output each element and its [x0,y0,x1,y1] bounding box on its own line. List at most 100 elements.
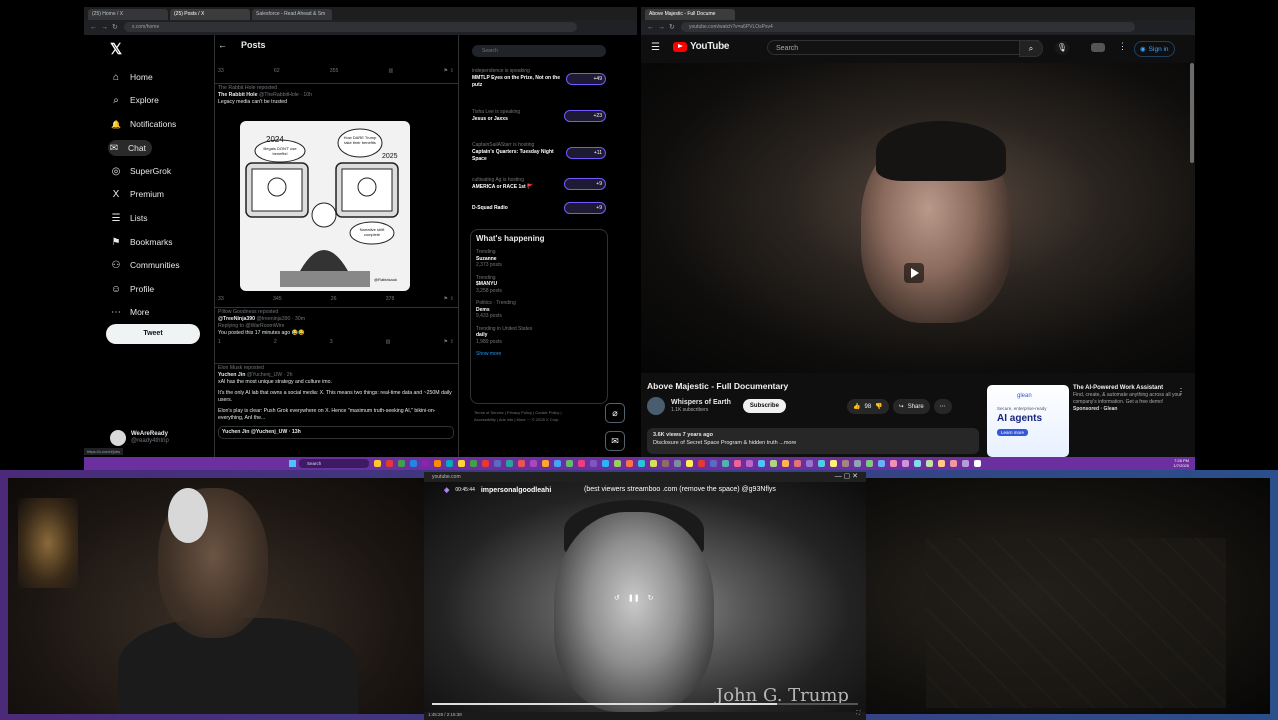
bookmark-icon[interactable]: ⚑ ⇪ [444,339,454,346]
app-icon[interactable] [530,460,537,467]
repost-count[interactable]: 2 [274,339,277,346]
app-icon[interactable] [602,460,609,467]
like-button[interactable]: 👍 98 👎 [847,399,889,414]
bookmark-icon[interactable]: ⚑ ⇪ [444,296,454,303]
ad-thumbnail[interactable]: glean Secure, enterprise-ready AI agents… [987,385,1069,457]
trend-item[interactable]: Politics · Trending Dems 9,433 posts [476,300,602,320]
tweet-author[interactable]: Yuchen Jin [218,372,245,378]
app-icon[interactable] [854,460,861,467]
taskbar-search[interactable]: Search [299,459,369,468]
app-icon[interactable] [818,460,825,467]
quoted-tweet[interactable]: Yuchen Jin @Yuchenj_UW · 13h [218,426,454,439]
app-icon[interactable] [410,460,417,467]
pause-icon[interactable]: ❚❚ [628,594,640,602]
app-icon[interactable] [554,460,561,467]
app-icon[interactable] [566,460,573,467]
browser-tab-active[interactable]: (25) Posts / X [170,9,250,20]
view-count[interactable]: 378 [386,296,395,303]
subscribe-button[interactable]: Subscribe [742,399,786,413]
app-icon[interactable] [458,460,465,467]
app-icon[interactable] [782,460,789,467]
trend-item[interactable]: Trending Suzanne 2,373 posts [476,249,602,269]
app-icon[interactable] [830,460,837,467]
rewind-icon[interactable]: ↺ [614,594,620,602]
app-icon[interactable] [518,460,525,467]
search-input[interactable]: Search [767,40,1039,55]
nav-notifications[interactable]: 🔔 Notifications [110,118,176,130]
more-options-icon[interactable]: ⋮ [1177,387,1185,396]
app-icon[interactable] [950,460,957,467]
browser-nav-buttons[interactable]: ←→↻ [647,23,679,31]
reply-count[interactable]: 33 [218,68,224,75]
search-input[interactable]: Search [472,45,606,57]
nav-lists[interactable]: ☰ Lists [110,212,148,224]
video-player[interactable] [641,63,1195,373]
search-icon[interactable]: ⌕ [1019,40,1043,57]
forward-icon[interactable]: ↻ [648,594,654,602]
nav-premium[interactable]: X Premium [110,188,164,200]
space-item[interactable]: Tisha Lee is speaking Jesus or Jaxxs +23 [472,97,606,134]
app-icon[interactable] [734,460,741,467]
fullscreen-icon[interactable]: ⛶ [856,710,860,716]
app-icon[interactable] [590,460,597,467]
app-icon[interactable] [482,460,489,467]
channel-avatar[interactable] [647,397,665,415]
tweet-author[interactable]: The Rabbit Hole [218,92,257,98]
space-item[interactable]: cultivating Ag is hosting AMERICA or RACE… [472,171,606,197]
nav-supergrok[interactable]: ◎ SuperGrok [110,165,171,177]
trend-item[interactable]: Trending in United States daily 1,989 post… [476,326,602,346]
app-icon[interactable] [758,460,765,467]
nav-chat[interactable]: ✉ Chat [108,140,152,156]
ad-cta-button[interactable]: Learn more [997,429,1029,436]
app-icon[interactable] [902,460,909,467]
app-icon[interactable] [494,460,501,467]
app-icon[interactable] [614,460,621,467]
browser-nav-buttons[interactable]: ←→↻ [90,23,122,31]
app-icon[interactable] [686,460,693,467]
windows-start-icon[interactable] [289,460,296,467]
app-icon[interactable] [650,460,657,467]
app-icon[interactable] [746,460,753,467]
tweet-image[interactable]: 2024 2025 Illegals DON'T use benefits! H… [240,121,410,291]
tweet[interactable]: Pillow Goodness reposted @TreeNinja390 @… [218,309,454,346]
show-more-link[interactable]: Show more [476,351,602,357]
youtube-logo[interactable]: YouTube [673,41,730,52]
tweet-author[interactable]: @TreeNinja390 [218,316,255,322]
footer-links[interactable]: Terms of Service | Privacy Policy | Cook… [474,409,584,423]
system-clock[interactable]: 7:28 PM 1/7/2025 [1173,458,1189,468]
like-count[interactable]: 3 [330,339,333,346]
app-icon[interactable] [638,460,645,467]
like-count[interactable]: 355 [330,68,339,75]
description-box[interactable]: 3.6K views 7 years ago Disclosure of Sec… [647,428,979,454]
space-item[interactable]: D-Squad Radio +9 [472,197,606,219]
address-bar[interactable]: x.com/home [124,22,577,32]
app-icon[interactable] [938,460,945,467]
app-icon[interactable] [506,460,513,467]
space-item[interactable]: CaptainSailAStarr is hosting Captain's Qu… [472,134,606,171]
app-icon[interactable] [626,460,633,467]
create-icon[interactable] [1091,43,1105,52]
more-actions-button[interactable]: ⋯ [933,399,952,414]
repost-count[interactable]: 345 [273,296,282,303]
nav-profile[interactable]: ☺ Profile [110,283,154,295]
scrollbar[interactable] [1190,63,1194,163]
app-icon[interactable] [962,460,969,467]
app-icon[interactable] [662,460,669,467]
browser-tab-active[interactable]: Above Majestic - Full Docume [645,9,735,20]
messages-icon[interactable]: ✉ [605,431,625,451]
share-button[interactable]: ↪ Share [892,399,930,414]
grok-icon[interactable]: ⌀ [605,403,625,423]
app-icon[interactable] [926,460,933,467]
app-icon[interactable] [446,460,453,467]
app-icon[interactable] [674,460,681,467]
sign-in-button[interactable]: ◉ Sign in [1134,41,1175,57]
space-item[interactable]: independence is speaking MMTLP Eyes on th… [472,60,606,97]
video-frame[interactable]: John G. Trump ↺ ❚❚ ↻ [424,482,866,712]
chrome-icon[interactable] [398,460,405,467]
app-icon[interactable] [866,460,873,467]
trend-item[interactable]: Trending $MANYU 3,258 posts [476,275,602,295]
channel-name[interactable]: Whispers of Earth [671,399,731,407]
app-icon[interactable] [422,460,429,467]
nav-more[interactable]: ⋯ More [110,306,149,318]
nav-explore[interactable]: ⌕ Explore [110,94,159,106]
